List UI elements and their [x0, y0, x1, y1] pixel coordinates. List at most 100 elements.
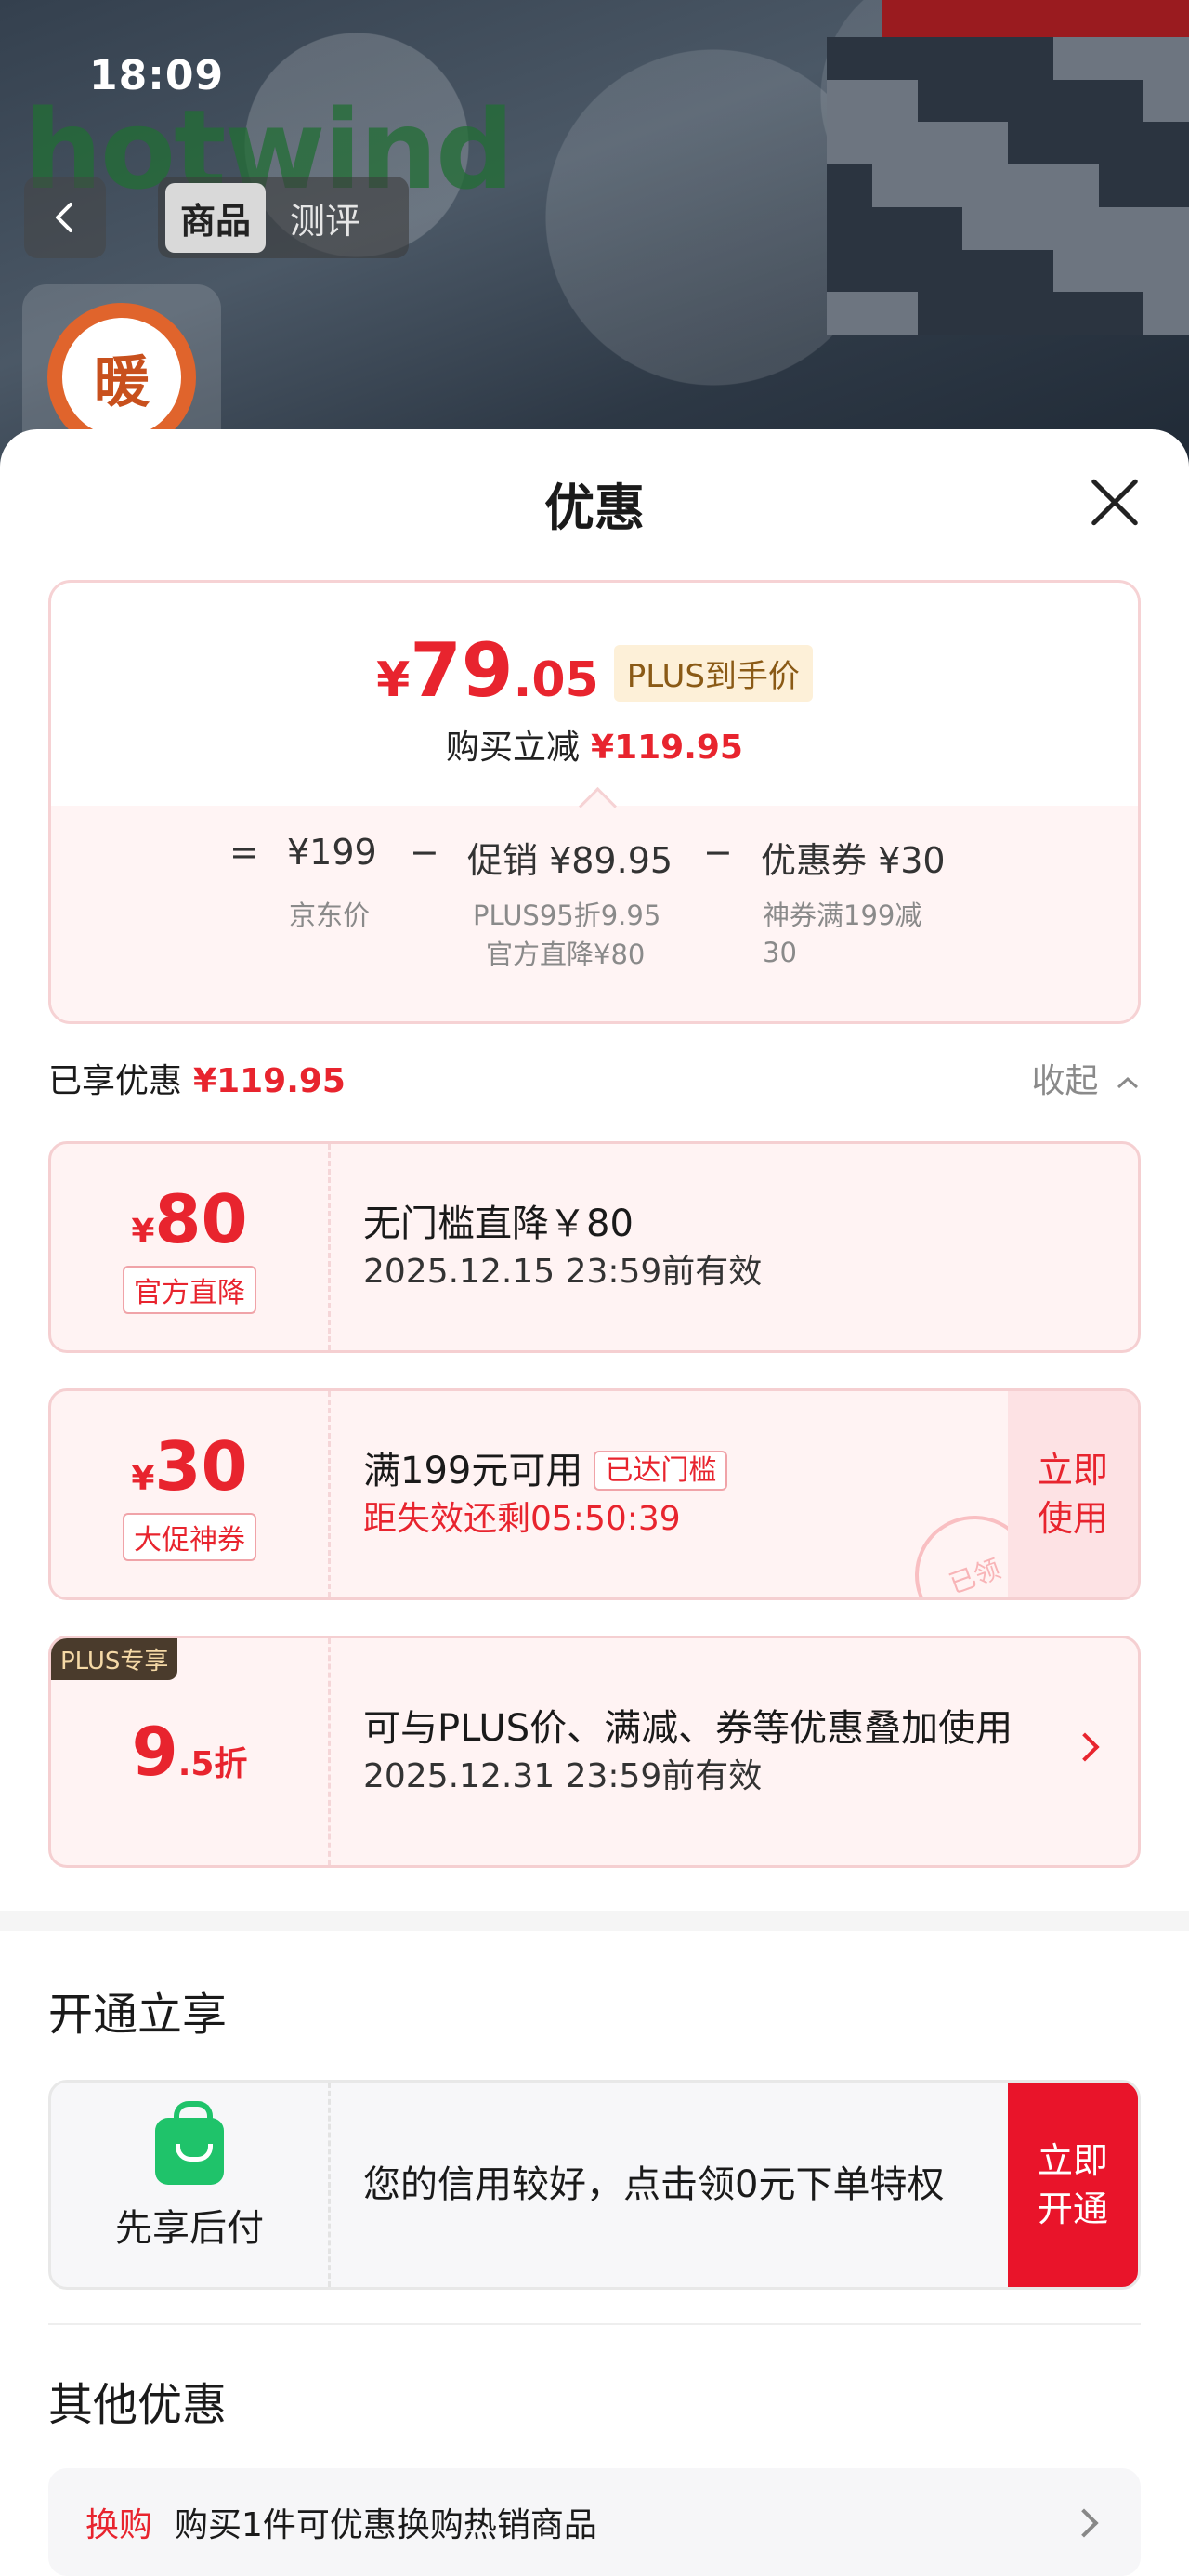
price-summary-card: ¥79.05 PLUS到手价 购买立减 ¥119.95 = ¥199 − 促销 ¥…	[48, 580, 1141, 1024]
chevron-right-icon	[1069, 2508, 1099, 2538]
mosaic-cell	[1143, 122, 1189, 165]
mosaic-cell	[1098, 122, 1144, 165]
open-now-label: 立即 开通	[1037, 2140, 1108, 2229]
mosaic-cell	[962, 206, 1008, 250]
mosaic-cell	[1052, 206, 1099, 250]
formula-equals: =	[229, 832, 259, 873]
use-now-label: 立即 使用	[1037, 1450, 1108, 1539]
coupon-value: 30	[154, 1427, 248, 1505]
use-now-button[interactable]: 立即 使用	[1008, 1391, 1138, 1597]
mosaic-cell	[871, 249, 918, 293]
product-tabs: 商品 测评	[158, 177, 409, 258]
mosaic-cell	[962, 79, 1008, 123]
product-hero-background: hotwind 18:09 商品 测评 暖	[0, 0, 1189, 483]
shopping-bag-icon	[155, 2101, 224, 2185]
coupon-promo-super[interactable]: ¥30 大促神券 满199元可用 已达门槛 距失效还剩05:50:39 已领 立即…	[48, 1388, 1141, 1600]
mosaic-cell	[871, 37, 918, 80]
coupon-validity: 2025.12.15 23:59前有效	[363, 1253, 763, 1291]
mosaic-cell	[827, 79, 872, 123]
chevron-right-icon	[1070, 1732, 1100, 1762]
section-divider	[0, 1911, 1189, 1931]
mosaic-cell	[1052, 164, 1099, 207]
mosaic-cell	[1143, 79, 1189, 123]
plus-exclusive-badge: PLUS专享	[51, 1638, 178, 1680]
mosaic-cell	[1052, 249, 1099, 293]
mosaic-cell	[1052, 79, 1099, 123]
mosaic-cell	[871, 122, 918, 165]
enjoyed-label: 已享优惠	[48, 1062, 183, 1100]
collapse-button[interactable]: 收起	[1032, 1054, 1141, 1102]
mosaic-cell	[871, 79, 918, 123]
mosaic-cell	[962, 249, 1008, 293]
coupon-official-drop[interactable]: ¥80 官方直降 无门槛直降￥80 2025.12.15 23:59前有效	[48, 1141, 1141, 1353]
mosaic-cell	[917, 206, 963, 250]
mosaic-cell	[917, 292, 963, 335]
coupon-amount: ¥80	[131, 1180, 247, 1258]
other-benefit-title: 其他优惠	[48, 2379, 228, 2431]
status-time: 18:09	[89, 52, 225, 99]
promo-sub-plus: PLUS95折9.95	[473, 900, 661, 931]
coupon-title: 满199元可用 已达门槛	[363, 1446, 999, 1496]
formula-promo: 促销 ¥89.95	[467, 840, 673, 881]
coupon-sub-line1: 神券满199减	[763, 900, 922, 931]
chevron-left-icon	[56, 203, 72, 232]
pay-later-card[interactable]: 先享后付 您的信用较好，点击领0元下单特权 立即 开通	[48, 2080, 1141, 2290]
pay-later-label: 先享后付	[115, 2207, 264, 2250]
mosaic-cell	[1052, 37, 1099, 80]
coupon-sub-line2: 30	[763, 937, 797, 968]
coupon-value: 80	[154, 1180, 248, 1258]
coupon-validity: 2025.12.31 23:59前有效	[363, 1757, 763, 1795]
collapse-label: 收起	[1031, 1062, 1099, 1100]
tab-review[interactable]: 测评	[275, 183, 375, 253]
mosaic-cell	[827, 206, 872, 250]
mosaic-cell	[962, 37, 1008, 80]
formula-coupon: 优惠券 ¥30	[761, 840, 946, 881]
price-decimal: .05	[513, 652, 599, 708]
mosaic-cell	[962, 292, 1008, 335]
threshold-reached-badge: 已达门槛	[594, 1451, 728, 1491]
mosaic-cell	[1052, 122, 1099, 165]
enjoyed-discount-row: 已享优惠 ¥119.95 收起	[48, 1054, 1141, 1110]
tab-product[interactable]: 商品	[165, 182, 267, 253]
mosaic-cell	[917, 164, 963, 207]
discount-sheet: 优惠 ¥79.05 PLUS到手价 购买立减 ¥119.95 = ¥199 − 促…	[0, 429, 1189, 2576]
jd-price-label: 京东价	[289, 900, 371, 931]
swap-text: 购买1件可优惠换购热销商品	[175, 2506, 597, 2544]
swap-tag: 换购	[85, 2506, 153, 2544]
discount-integer: 9	[131, 1713, 178, 1791]
mosaic-cell	[1098, 249, 1144, 293]
purchase-reduction: 购买立减 ¥119.95	[51, 720, 1138, 769]
mosaic-cell	[917, 249, 963, 293]
mosaic-cell	[962, 164, 1008, 207]
price-formula: = ¥199 − 促销 ¥89.95 − 优惠券 ¥30 京东价 PLUS95折…	[51, 806, 1138, 1021]
coupon-title: 可与PLUS价、满减、券等优惠叠加使用	[363, 1707, 1013, 1750]
open-now-button[interactable]: 立即 开通	[1008, 2083, 1138, 2287]
mosaic-cell	[827, 122, 872, 165]
promo-sub-official: 官方直降¥80	[486, 939, 646, 970]
back-button[interactable]	[24, 177, 106, 258]
formula-minus: −	[703, 832, 733, 873]
close-icon[interactable]	[1089, 476, 1141, 528]
mosaic-cell	[871, 292, 918, 335]
formula-minus: −	[410, 832, 439, 873]
mosaic-cell	[1008, 37, 1053, 80]
coupon-currency: ¥	[131, 1213, 155, 1251]
swap-purchase-row[interactable]: 换购 购买1件可优惠换购热销商品	[48, 2468, 1141, 2576]
mosaic-cell	[1008, 206, 1053, 250]
mosaic-cell	[1143, 249, 1189, 293]
discount-rate: 9.5折	[132, 1713, 248, 1791]
discount-suffix: .5折	[177, 1745, 248, 1783]
coupon-plus-discount[interactable]: 9.5折 PLUS专享 可与PLUS价、满减、券等优惠叠加使用 2025.12.…	[48, 1636, 1141, 1868]
pay-later-text: 您的信用较好，点击领0元下单特权	[363, 2163, 945, 2206]
mosaic-cell	[1143, 292, 1189, 335]
price-integer: 79	[410, 627, 514, 714]
plus-price-tag: PLUS到手价	[613, 645, 813, 702]
mosaic-cell	[1143, 206, 1189, 250]
open-benefit-title: 开通立享	[48, 1989, 228, 2041]
formula-jd-price: ¥199	[287, 832, 377, 873]
mosaic-cell	[1098, 37, 1144, 80]
chevron-up-icon	[1117, 1076, 1139, 1089]
coupon-title: 无门槛直降￥80	[363, 1203, 634, 1245]
coupon-type-tag: 大促神券	[123, 1513, 256, 1561]
mosaic-pixelated-area	[827, 37, 1189, 335]
